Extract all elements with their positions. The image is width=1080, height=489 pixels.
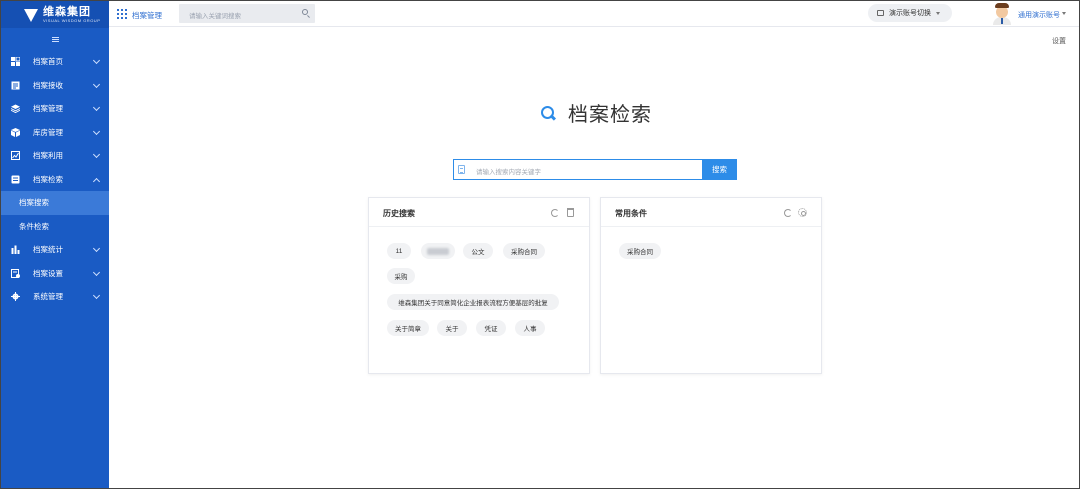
sidebar-item-label: 档案检索 (33, 174, 63, 184)
sidebar-item-archive-home[interactable]: 档案首页 (1, 50, 109, 74)
sidebar-item-label: 档案设置 (33, 268, 63, 278)
history-tag[interactable]: 维森集团关于同意简化企业报表流程方便基层的批复 (387, 294, 559, 310)
chevron-down-icon (92, 244, 101, 253)
dashboard-icon (11, 57, 20, 67)
history-tag[interactable]: 关于简章 (387, 320, 429, 336)
chevron-up-icon (92, 177, 101, 185)
chart-icon (11, 151, 20, 161)
chevron-down-icon (92, 56, 101, 65)
avatar[interactable] (992, 2, 1012, 25)
user-name[interactable]: 通用演示账号 (1018, 10, 1060, 20)
caret-down-icon (936, 11, 940, 15)
sidebar-item-archive-manage[interactable]: 档案管理 (1, 97, 109, 121)
sidebar-item-label: 系统管理 (33, 292, 63, 302)
document-icon (458, 165, 465, 174)
sidebar-item-label: 库房管理 (33, 127, 63, 137)
history-tag[interactable]: 11 (387, 243, 411, 259)
settings-doc-icon (11, 268, 20, 278)
account-switch-dropdown[interactable]: 演示账号切换 (868, 4, 952, 22)
history-tag[interactable]: 公文 (463, 243, 493, 259)
sidebar-item-archive-receive[interactable]: 档案接收 (1, 74, 109, 98)
sidebar-item-archive-use[interactable]: 档案利用 (1, 144, 109, 168)
sidebar: 维森集团 VISUAL WISDOM GROUP 档案首页 档案接收 档案管理 … (1, 1, 109, 488)
history-tag[interactable]: 关于 (437, 320, 467, 336)
history-tag[interactable]: 采购 (387, 268, 415, 284)
receive-icon (11, 81, 20, 90)
bar-chart-icon (11, 245, 20, 255)
layers-icon (11, 104, 20, 114)
sidebar-item-label: 档案统计 (33, 245, 63, 255)
settings-link[interactable]: 设置 (1052, 36, 1066, 46)
apps-grid-icon[interactable] (117, 9, 127, 19)
sidebar-item-label: 档案首页 (33, 57, 63, 67)
gear-icon (11, 292, 20, 302)
header-search-placeholder: 请输入关键词搜索 (189, 13, 241, 20)
history-tag[interactable]: 人事 (515, 320, 545, 336)
sidebar-item-label: 档案利用 (33, 151, 63, 161)
chevron-down-icon (92, 103, 101, 112)
archive-search-placeholder: 请输入搜索内容关键字 (476, 169, 541, 176)
sidebar-subitem-archive-search[interactable]: 档案搜索 (1, 191, 109, 215)
search-list-icon (11, 175, 20, 184)
search-button[interactable]: 搜索 (702, 159, 737, 180)
history-search-title: 历史搜索 (383, 209, 415, 218)
sidebar-item-warehouse[interactable]: 库房管理 (1, 121, 109, 145)
sidebar-item-label: 档案接收 (33, 80, 63, 90)
search-icon (540, 105, 556, 121)
sidebar-item-archive-search[interactable]: 档案检索 (1, 168, 109, 192)
search-icon[interactable] (302, 9, 308, 15)
sidebar-subitem-condition-search[interactable]: 条件检索 (1, 215, 109, 239)
refresh-icon[interactable] (784, 209, 792, 217)
hamburger-icon (51, 36, 59, 42)
chevron-down-icon (92, 80, 101, 88)
brand-name-en: VISUAL WISDOM GROUP (43, 17, 101, 23)
header-title[interactable]: 档案管理 (132, 10, 162, 21)
top-header: 档案管理 请输入关键词搜索 演示账号切换 通用演示账号 (109, 1, 1079, 27)
history-tag-redacted[interactable] (421, 243, 455, 259)
history-search-card: 历史搜索 11 公文 采购合同 采购 维森集团关于同意简化企业报表流程方便基层的… (368, 197, 590, 374)
trash-icon[interactable] (567, 208, 574, 217)
page-title: 档案检索 (568, 104, 652, 126)
logo-mark-icon (23, 7, 39, 23)
refresh-icon[interactable] (551, 209, 559, 217)
collapse-menu-button[interactable] (1, 28, 109, 50)
sidebar-item-system-manage[interactable]: 系统管理 (1, 285, 109, 309)
history-tag[interactable]: 采购合同 (503, 243, 545, 259)
chevron-down-icon (92, 150, 101, 159)
redacted-text (427, 247, 449, 255)
page-heading: 档案检索 (540, 98, 652, 127)
brand-name: 维森集团 (43, 5, 91, 18)
common-tag[interactable]: 采购合同 (619, 243, 661, 259)
account-switch-label: 演示账号切换 (889, 10, 931, 17)
caret-down-icon[interactable] (1062, 12, 1066, 15)
switch-account-icon (877, 10, 884, 16)
sidebar-item-archive-stats[interactable]: 档案统计 (1, 238, 109, 262)
gear-icon[interactable] (798, 208, 807, 217)
history-tag[interactable]: 凭证 (476, 320, 506, 336)
archive-search-input[interactable]: 请输入搜索内容关键字 (453, 159, 702, 180)
sidebar-item-label: 档案管理 (33, 104, 63, 114)
chevron-down-icon (92, 268, 101, 276)
chevron-down-icon (92, 291, 101, 300)
chevron-down-icon (92, 127, 101, 135)
box-icon (11, 127, 20, 137)
sidebar-item-archive-settings[interactable]: 档案设置 (1, 262, 109, 286)
header-search-input[interactable]: 请输入关键词搜索 (179, 4, 315, 23)
common-conditions-title: 常用条件 (615, 209, 647, 218)
brand-logo[interactable]: 维森集团 VISUAL WISDOM GROUP (1, 1, 109, 28)
common-conditions-card: 常用条件 采购合同 (600, 197, 822, 374)
